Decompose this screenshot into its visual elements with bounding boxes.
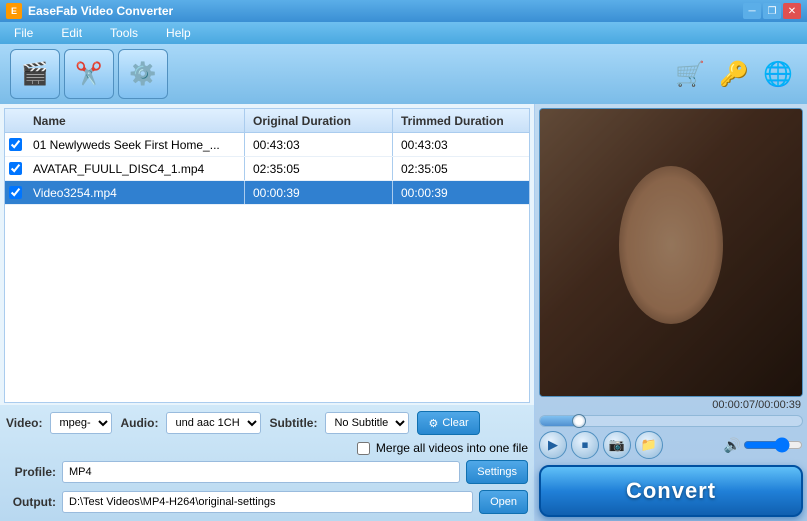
titlebar: E EaseFab Video Converter ─ ❐ ✕ [0,0,807,22]
row2-original: 02:35:05 [245,157,393,180]
clear-label: Clear [442,417,468,429]
app-icon: E [6,3,22,19]
face-dark [540,109,802,396]
audio-select[interactable]: und aac 1CH [166,412,261,434]
window-controls: ─ ❐ ✕ [743,3,801,19]
app-title: EaseFab Video Converter [28,4,173,18]
table-row[interactable]: Video3254.mp4 00:00:39 00:00:39 [5,181,529,205]
menu-edit[interactable]: Edit [55,24,88,42]
row2-name: AVATAR_FUULL_DISC4_1.mp4 [25,157,245,180]
audio-label: Audio: [120,416,158,430]
help-button[interactable]: 🌐 [759,55,797,93]
right-panel: 00:00:07/00:00:39 ▶ ⏹ 📷 📁 🔊 Convert [535,104,807,521]
time-display: 00:00:07/00:00:39 [539,397,803,413]
progress-thumb[interactable] [572,414,586,428]
row3-trimmed: 00:00:39 [393,181,529,204]
video-preview [540,109,802,396]
table-row[interactable]: AVATAR_FUULL_DISC4_1.mp4 02:35:05 02:35:… [5,157,529,181]
row3-name: Video3254.mp4 [25,181,245,204]
subtitle-label: Subtitle: [269,416,317,430]
row3-checkbox[interactable] [9,186,22,199]
menu-file[interactable]: File [8,24,39,42]
merge-checkbox[interactable] [357,442,370,455]
stop-button[interactable]: ⏹ [571,431,599,459]
row1-name: 01 Newlyweds Seek First Home_... [25,133,245,156]
profile-label: Profile: [6,465,56,479]
key-button[interactable]: 🔑 [715,55,753,93]
convert-button[interactable]: Convert [539,465,803,517]
edit-button[interactable]: ✂️ [64,49,114,99]
menu-help[interactable]: Help [160,24,197,42]
toolbar-right: 🛒 🔑 🌐 [671,55,797,93]
main-area: Name Original Duration Trimmed Duration … [0,104,807,521]
table-row[interactable]: 01 Newlyweds Seek First Home_... 00:43:0… [5,133,529,157]
screenshot-button[interactable]: 📷 [603,431,631,459]
merge-row: Merge all videos into one file [6,441,528,455]
video-select[interactable]: mpeg- [50,412,112,434]
output-input[interactable] [62,491,473,513]
profile-row: Profile: Settings [6,459,528,485]
open-button[interactable]: Open [479,490,528,514]
col-header-original: Original Duration [245,109,393,132]
menubar: File Edit Tools Help [0,22,807,44]
row1-checkbox[interactable] [9,138,22,151]
clear-icon: ⚙ [428,417,438,430]
row1-trimmed: 00:43:03 [393,133,529,156]
video-label: Video: [6,416,42,430]
add-video-button[interactable]: 🎬 [10,49,60,99]
restore-button[interactable]: ❐ [763,3,781,19]
left-panel: Name Original Duration Trimmed Duration … [0,104,535,521]
output-row: Output: Open [6,489,528,515]
volume-controls: 🔊 [724,437,803,454]
profile-input[interactable] [62,461,460,483]
subtitle-select[interactable]: No Subtitle [325,412,409,434]
file-list: Name Original Duration Trimmed Duration … [4,108,530,403]
col-header-trimmed: Trimmed Duration [393,109,529,132]
bottom-controls: Video: mpeg- Audio: und aac 1CH Subtitle… [0,405,534,521]
player-controls: ▶ ⏹ 📷 📁 🔊 [539,429,803,461]
col-header-name: Name [25,109,245,132]
settings-toolbar-button[interactable]: ⚙️ [118,49,168,99]
close-button[interactable]: ✕ [783,3,801,19]
preview-area [539,108,803,397]
minimize-button[interactable]: ─ [743,3,761,19]
settings-icon: ⚙️ [129,63,156,85]
row2-trimmed: 02:35:05 [393,157,529,180]
row1-original: 00:43:03 [245,133,393,156]
menu-tools[interactable]: Tools [104,24,144,42]
row2-checkbox[interactable] [9,162,22,175]
edit-icon: ✂️ [75,63,102,85]
row3-original: 00:00:39 [245,181,393,204]
volume-icon: 🔊 [724,437,741,454]
add-video-icon: 🎬 [21,63,48,85]
toolbar: 🎬 ✂️ ⚙️ 🛒 🔑 🌐 [0,44,807,104]
shopping-button[interactable]: 🛒 [671,55,709,93]
file-list-header: Name Original Duration Trimmed Duration [5,109,529,133]
play-button[interactable]: ▶ [539,431,567,459]
settings-button[interactable]: Settings [466,460,528,484]
volume-slider[interactable] [743,440,803,450]
merge-label: Merge all videos into one file [376,441,528,455]
track-row: Video: mpeg- Audio: und aac 1CH Subtitle… [6,409,528,437]
clear-button[interactable]: ⚙ Clear [417,411,479,435]
output-label: Output: [6,495,56,509]
folder-button[interactable]: 📁 [635,431,663,459]
progress-bar[interactable] [539,415,803,427]
